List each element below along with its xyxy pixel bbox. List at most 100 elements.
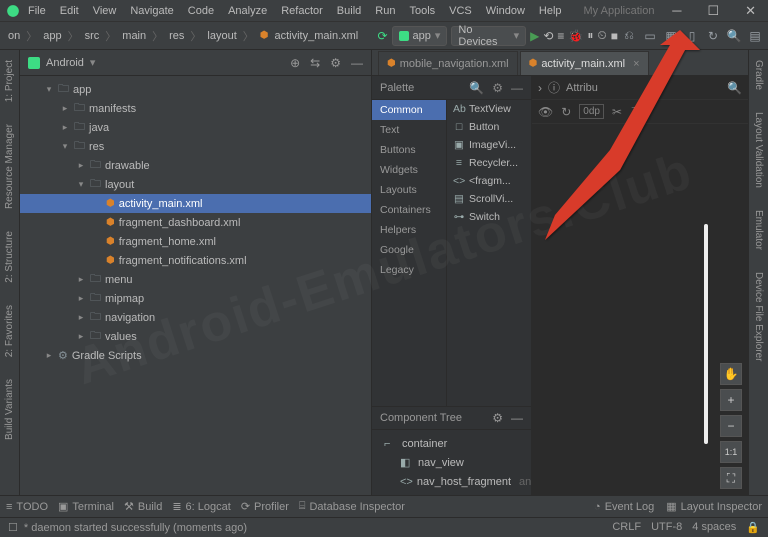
palette-group[interactable]: Containers xyxy=(372,200,446,220)
stop-icon[interactable]: ■ xyxy=(611,29,618,43)
crumb[interactable]: activity_main.xml xyxy=(273,30,361,42)
window-minimize[interactable]: ─ xyxy=(666,1,687,21)
avd-icon[interactable]: ▭ xyxy=(643,29,657,43)
status-encoding[interactable]: UTF-8 xyxy=(651,521,682,534)
rail-gradle[interactable]: Gradle xyxy=(753,56,764,94)
zoom-in-button[interactable]: + xyxy=(720,389,742,411)
palette-group[interactable]: Text xyxy=(372,120,446,140)
eye-icon[interactable]: 👁 xyxy=(538,105,553,119)
status-lock-icon[interactable]: 🔒 xyxy=(746,521,760,534)
sdk-icon[interactable]: ▦ xyxy=(664,29,678,43)
collapse-all-icon[interactable]: ⇆ xyxy=(310,56,320,70)
crumb[interactable]: main xyxy=(120,30,148,42)
palette-item[interactable]: ▤ScrollVi... xyxy=(447,190,531,208)
tab-mobile-navigation[interactable]: ⬢mobile_navigation.xml xyxy=(378,51,518,75)
palette-group[interactable]: Legacy xyxy=(372,260,446,280)
menu-analyze[interactable]: Analyze xyxy=(222,3,273,19)
palette-group[interactable]: Widgets xyxy=(372,160,446,180)
bottom-profiler[interactable]: ⟳Profiler xyxy=(241,500,289,513)
run-button[interactable]: ▶ xyxy=(530,29,539,43)
crumb[interactable]: on xyxy=(6,30,22,42)
menu-file[interactable]: File xyxy=(22,3,52,19)
palette-hide-icon[interactable]: — xyxy=(511,81,523,95)
palette-item[interactable]: ▣ImageVi... xyxy=(447,136,531,154)
device-selector[interactable]: No Devices ▾ xyxy=(451,26,526,46)
bottom-todo[interactable]: ≡TODO xyxy=(6,501,48,513)
palette-item[interactable]: <><fragm... xyxy=(447,172,531,190)
panel-gear-icon[interactable]: ⚙ xyxy=(330,56,341,70)
zoom-fit-button[interactable]: ⛶ xyxy=(720,467,742,489)
tree-row[interactable]: ▾🗀app xyxy=(20,80,371,99)
comp-tree-gear-icon[interactable]: ⚙ xyxy=(492,411,503,425)
tree-row[interactable]: ▸🗀drawable xyxy=(20,156,371,175)
status-crlf[interactable]: CRLF xyxy=(612,521,641,534)
zoom-11-button[interactable]: 1:1 xyxy=(720,441,742,463)
palette-item[interactable]: □Button xyxy=(447,118,531,136)
menu-run[interactable]: Run xyxy=(369,3,401,19)
palette-group[interactable]: Buttons xyxy=(372,140,446,160)
menu-edit[interactable]: Edit xyxy=(54,3,85,19)
scroll-from-source-icon[interactable]: ⊕ xyxy=(290,56,300,70)
tree-row[interactable]: ⬢fragment_dashboard.xml xyxy=(20,213,371,232)
menu-window[interactable]: Window xyxy=(480,3,531,19)
dash-icon[interactable]: ⏲ xyxy=(597,28,606,43)
sx-icon[interactable]: ✂ xyxy=(612,105,622,119)
status-icon[interactable]: ☐ xyxy=(8,521,18,534)
bottom-logcat[interactable]: ≣6: Logcat xyxy=(172,500,230,513)
bottom-build[interactable]: ⚒Build xyxy=(124,500,162,513)
palette-group[interactable]: Common xyxy=(372,100,446,120)
crumb[interactable]: app xyxy=(41,30,63,42)
tree-row[interactable]: ▾🗀layout xyxy=(20,175,371,194)
palette-group[interactable]: Helpers xyxy=(372,220,446,240)
menu-refactor[interactable]: Refactor xyxy=(275,3,329,19)
crumb[interactable]: layout xyxy=(205,30,238,42)
crumb[interactable]: res xyxy=(167,30,186,42)
attr-info-icon[interactable]: ⓘ xyxy=(548,79,560,96)
menu-vcs[interactable]: VCS xyxy=(443,3,478,19)
phone-icon[interactable]: ▯ xyxy=(685,29,699,43)
component-tree[interactable]: ⌐container◧nav_view<>nav_host_fragmentan… xyxy=(372,430,531,495)
tree-row[interactable]: ▸⚙Gradle Scripts xyxy=(20,346,371,365)
tree-row[interactable]: ▸🗀manifests xyxy=(20,99,371,118)
git-icon[interactable]: ⎌ xyxy=(622,29,636,43)
settings-icon[interactable]: ▤ xyxy=(748,29,762,43)
sync2-icon[interactable]: ↻ xyxy=(706,29,720,43)
rail-build-variants[interactable]: Build Variants xyxy=(4,375,15,444)
comp-tree-hide-icon[interactable]: — xyxy=(511,411,523,425)
attach-icon[interactable]: ⏸ xyxy=(587,28,593,43)
tree-row[interactable]: ▾🗀res xyxy=(20,137,371,156)
rail-device-file-explorer[interactable]: Device File Explorer xyxy=(753,268,764,365)
window-close[interactable]: ✕ xyxy=(739,1,762,21)
palette-group[interactable]: Google xyxy=(372,240,446,260)
tree-row[interactable]: ⬢activity_main.xml xyxy=(20,194,371,213)
component-tree-row[interactable]: ⌐container xyxy=(372,434,531,453)
component-tree-row[interactable]: <>nav_host_fragmentan... xyxy=(372,472,531,491)
tree-row[interactable]: ⬢fragment_notifications.xml xyxy=(20,251,371,270)
sync-icon[interactable]: ⟳ xyxy=(377,29,387,43)
rail-structure[interactable]: 2: Structure xyxy=(4,227,15,287)
coverage-icon[interactable]: 🐞 xyxy=(568,29,583,43)
dp-indicator[interactable]: 0dp xyxy=(579,104,604,119)
tree-row[interactable]: ⬢fragment_home.xml xyxy=(20,232,371,251)
tree-row[interactable]: ▸🗀java xyxy=(20,118,371,137)
tree-row[interactable]: ▸🗀navigation xyxy=(20,308,371,327)
bottom-layout-inspector[interactable]: ▦Layout Inspector xyxy=(666,500,762,513)
attr-search-icon[interactable]: 🔍 xyxy=(727,81,742,95)
panel-hide-icon[interactable]: — xyxy=(351,56,363,70)
bottom-terminal[interactable]: ▣Terminal xyxy=(58,500,114,513)
bottom-event-log[interactable]: ◔Event Log xyxy=(594,500,654,513)
debug-icon[interactable]: ⟲ xyxy=(543,29,553,43)
window-maximize[interactable]: ☐ xyxy=(701,1,725,21)
crumb[interactable]: src xyxy=(83,30,102,42)
tree-row[interactable]: ▸🗀menu xyxy=(20,270,371,289)
design-canvas[interactable]: ✋ + − 1:1 ⛶ xyxy=(532,124,748,495)
bottom-db-inspector[interactable]: ⌸Database Inspector xyxy=(299,500,405,513)
orientation-icon[interactable]: ↻ xyxy=(561,105,571,119)
palette-group[interactable]: Layouts xyxy=(372,180,446,200)
pan-button[interactable]: ✋ xyxy=(720,363,742,385)
rail-favorites[interactable]: 2: Favorites xyxy=(4,301,15,361)
search-icon[interactable]: 🔍 xyxy=(727,29,741,43)
rail-project[interactable]: 1: Project xyxy=(4,56,15,106)
profile-icon[interactable]: ≡ xyxy=(557,29,564,43)
ibeam-icon[interactable]: 𝙸 xyxy=(630,104,638,119)
